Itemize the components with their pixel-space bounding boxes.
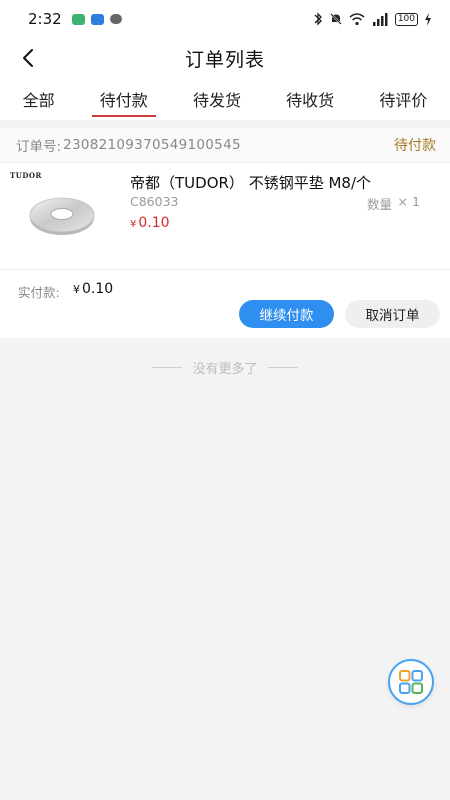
charging-icon: [425, 12, 431, 26]
quantity-multiplier: ×: [397, 194, 408, 209]
list-end-indicator: 没有更多了: [0, 355, 450, 379]
order-footer: 实付款: ¥0.10 继续付款 取消订单: [0, 269, 450, 338]
quantity-label: 数量: [366, 197, 392, 212]
status-right: 100: [313, 12, 432, 26]
product-thumbnail: TUDOR: [10, 171, 102, 257]
order-number-label: 订单号:: [16, 139, 62, 155]
signal-icon: [372, 12, 388, 26]
tab-pending-shipment[interactable]: 待发货: [189, 78, 245, 120]
battery-indicator: 100: [394, 12, 418, 26]
product-code: C86033: [130, 194, 179, 209]
floating-menu-button[interactable]: [388, 659, 434, 705]
divider-line: [152, 366, 183, 368]
washer-image: [29, 197, 95, 235]
divider-line: [267, 366, 298, 368]
grid-menu-icon: [399, 670, 423, 694]
title-bar: 订单列表: [0, 38, 450, 78]
product-price: ¥0.10: [130, 215, 170, 231]
tab-pending-payment[interactable]: 待付款: [91, 78, 156, 120]
paid-amount-value: 0.10: [82, 281, 114, 297]
mute-bell-icon: [330, 13, 342, 25]
page-title: 订单列表: [184, 48, 265, 71]
cancel-order-button[interactable]: 取消订单: [345, 300, 440, 328]
order-status-tabs: 全部 待付款 待发货 待收货 待评价: [0, 78, 450, 120]
chevron-left-icon: [23, 49, 33, 67]
back-button[interactable]: [14, 44, 42, 72]
order-number: 2308210937054910054​5: [63, 137, 241, 153]
wifi-icon: [349, 12, 365, 25]
product-item[interactable]: TUDOR 帝都（TUDOR） 不锈钢平垫 M8/个 C86033 数量 × 1…: [0, 163, 450, 269]
status-left: 2:32: [28, 10, 122, 28]
price-value: 0.10: [138, 215, 170, 231]
message-bubble-icon: [109, 14, 122, 24]
tab-pending-review[interactable]: 待评价: [375, 78, 431, 120]
notification-app-icon: [90, 13, 104, 25]
product-name: 帝都（TUDOR） 不锈钢平垫 M8/个: [130, 174, 371, 192]
order-header: 订单号: 2308210937054910054​5 待付款: [0, 128, 450, 163]
status-time: 2:32: [28, 10, 62, 28]
tab-pending-receipt[interactable]: 待收货: [282, 78, 338, 120]
tab-all[interactable]: 全部: [19, 78, 59, 120]
bluetooth-icon: [314, 12, 322, 26]
order-card: 订单号: 2308210937054910054​5 待付款 TUDOR 帝都（…: [0, 128, 450, 338]
order-status-badge: 待付款: [394, 138, 436, 154]
paid-label: 实付款:: [18, 285, 60, 300]
paid-currency-symbol: ¥: [73, 283, 80, 296]
continue-payment-button[interactable]: 继续付款: [239, 300, 334, 328]
brand-logo: TUDOR: [10, 171, 42, 180]
currency-symbol: ¥: [130, 219, 137, 230]
status-bar: 2:32 100: [0, 0, 450, 38]
list-end-text: 没有更多了: [192, 361, 258, 377]
paid-amount: ¥0.10: [73, 281, 113, 297]
quantity-value: 1: [412, 194, 420, 209]
notification-app-icon: [71, 13, 85, 25]
